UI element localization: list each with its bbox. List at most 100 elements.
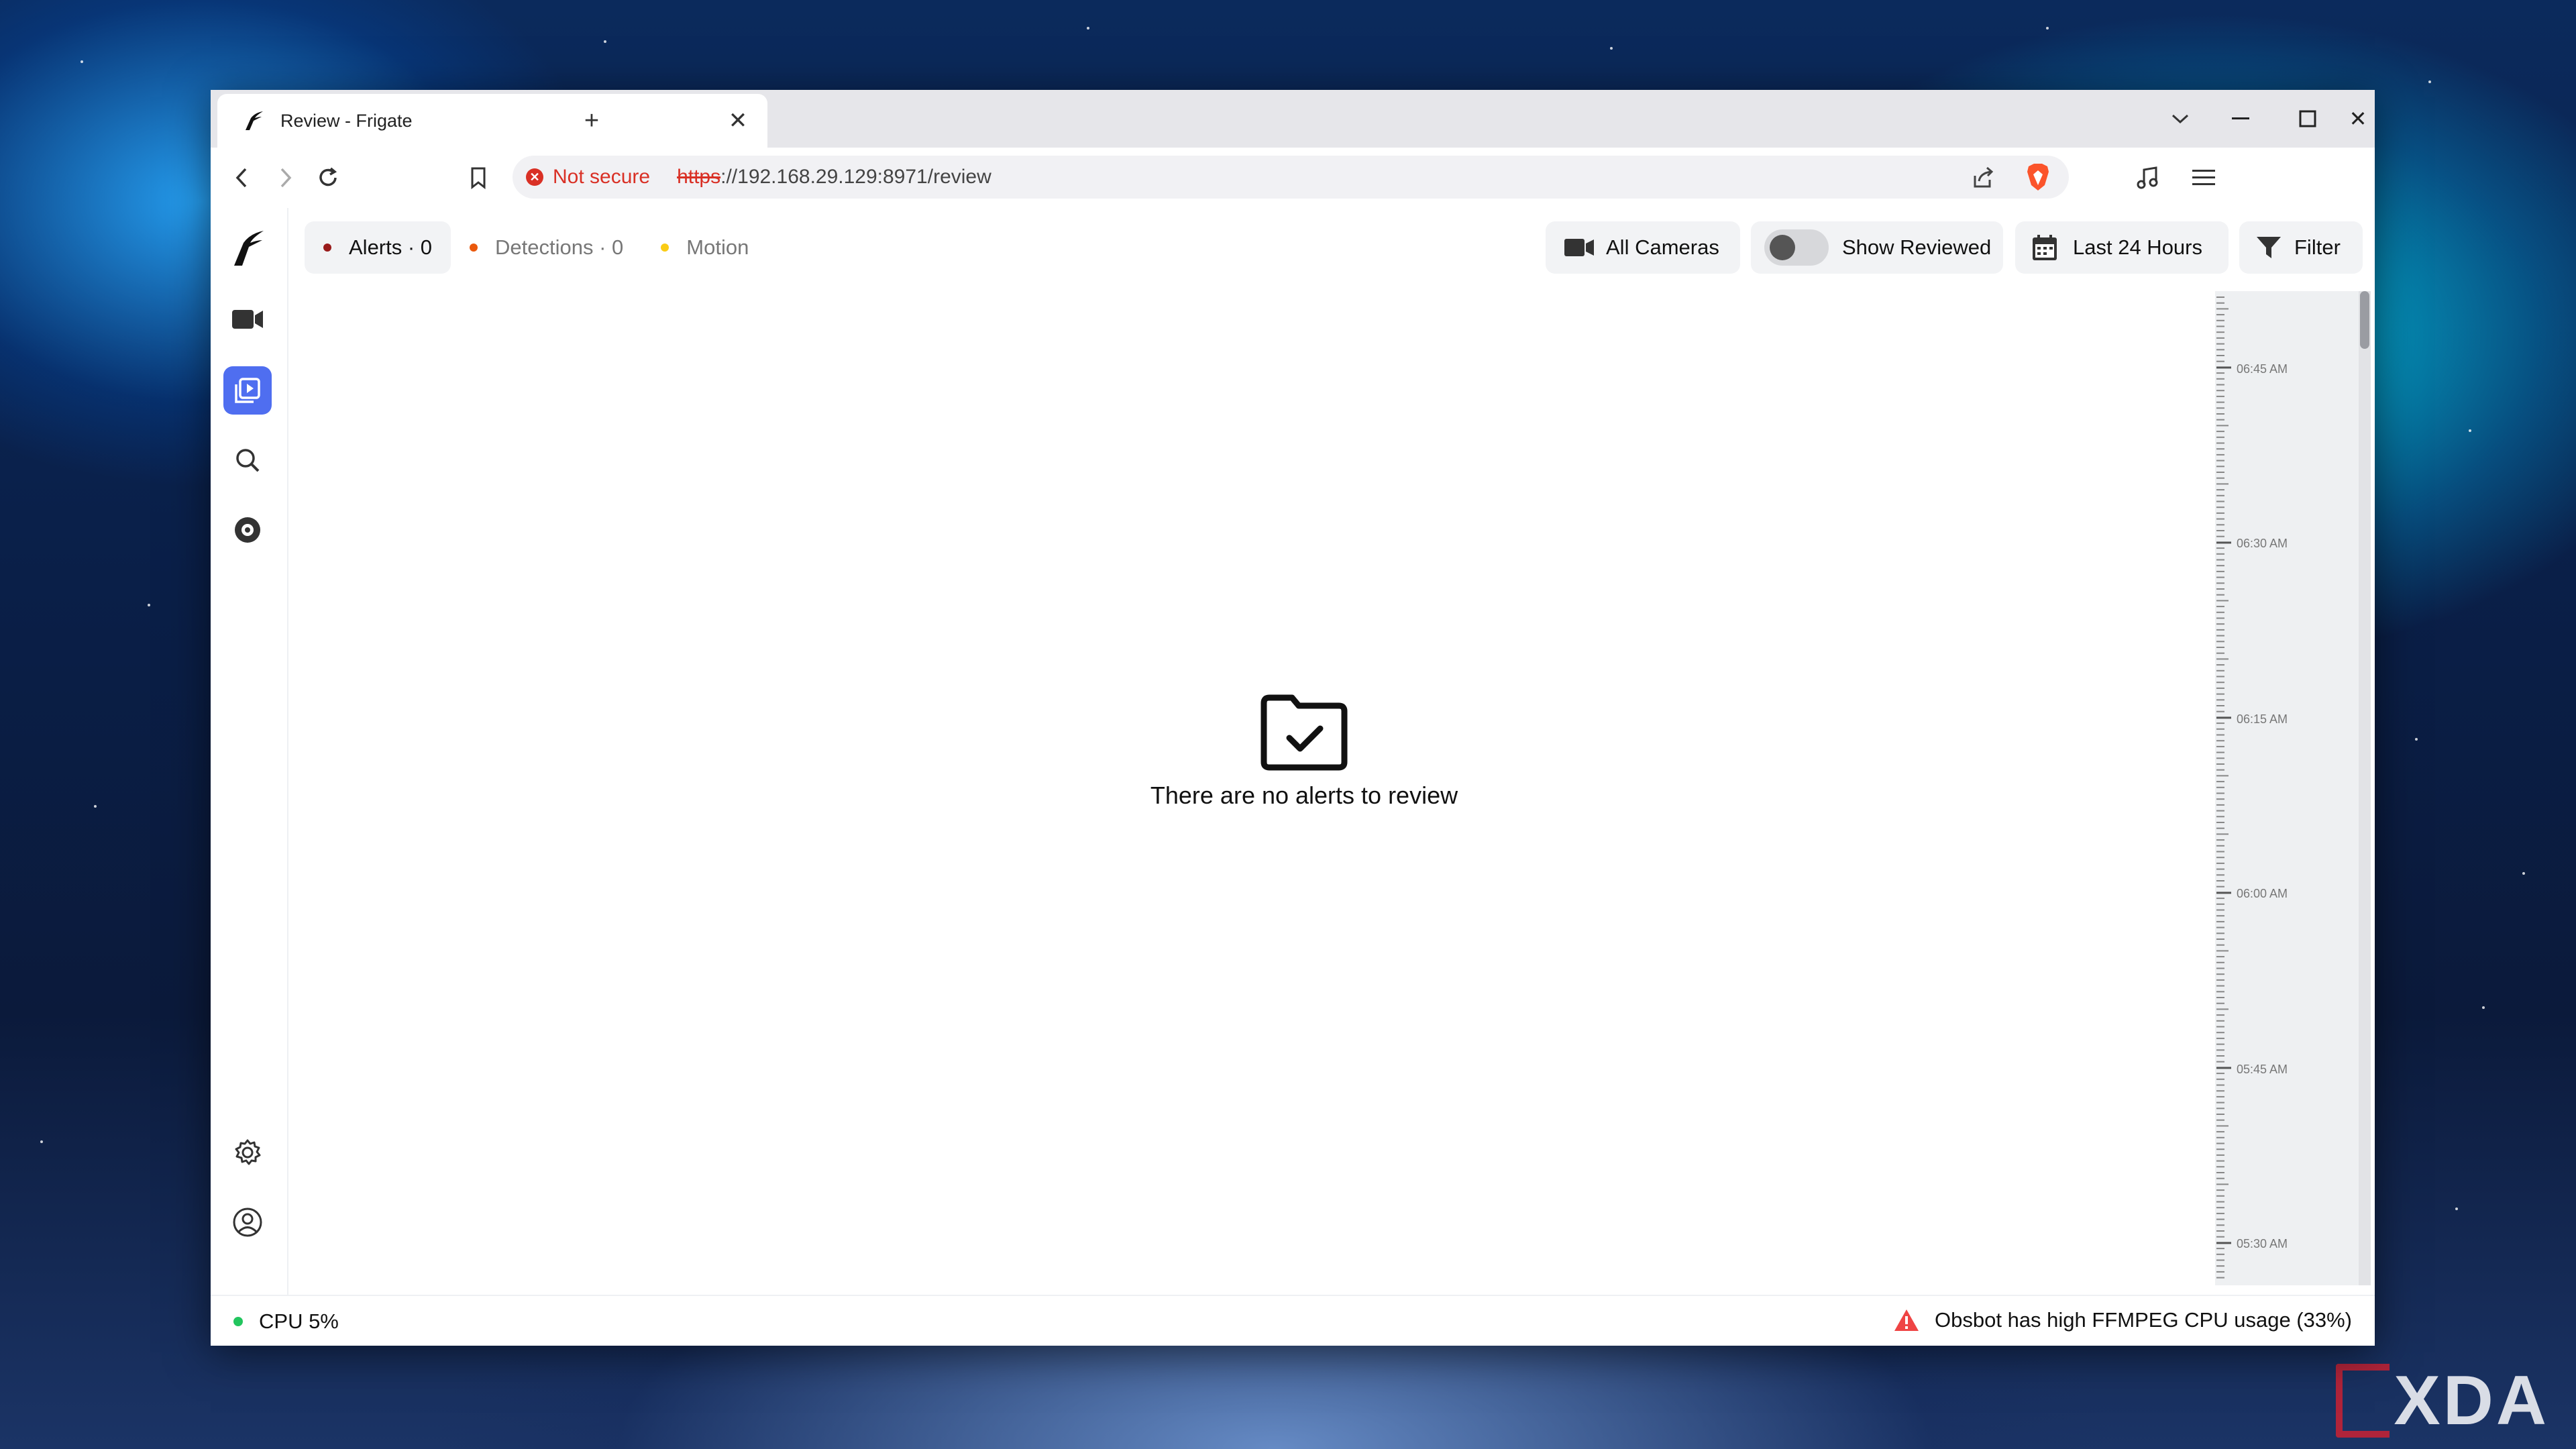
timeline-tick	[2216, 857, 2224, 859]
folder-check-icon	[1260, 694, 1348, 771]
close-window-button[interactable]: ✕	[2341, 90, 2375, 148]
review-icon	[235, 378, 260, 403]
sidebar-item-review[interactable]	[223, 366, 272, 415]
timeline-tick	[2216, 792, 2224, 794]
not-secure-label[interactable]: Not secure	[553, 166, 650, 189]
tab-search-chevron-icon[interactable]	[2147, 90, 2214, 148]
timeline-tick	[2216, 833, 2229, 835]
address-bar[interactable]: ✕ Not secure https://192.168.29.129:8971…	[513, 156, 2069, 199]
sidebar-item-exports[interactable]	[223, 506, 272, 554]
timeline-tick	[2216, 944, 2224, 946]
timeline-tick	[2216, 372, 2224, 374]
cameras-button[interactable]: All Cameras	[1546, 221, 1740, 274]
timeline-tick	[2216, 442, 2224, 444]
share-icon[interactable]	[1971, 165, 1995, 193]
timeline-tick	[2216, 343, 2224, 345]
status-bar: CPU 5% Obsbot has high FFMPEG CPU usage …	[211, 1295, 2375, 1346]
timeline-tick	[2216, 1271, 2224, 1273]
timeline-scrollbar[interactable]	[2359, 291, 2371, 1285]
timeline-tick	[2216, 1154, 2224, 1156]
forward-button[interactable]	[267, 160, 303, 196]
timeline-tick	[2216, 1148, 2224, 1150]
timeline-tick	[2216, 932, 2224, 934]
timeline-tick	[2216, 985, 2224, 987]
timeline-tick	[2216, 1253, 2224, 1255]
show-reviewed-toggle[interactable]: Show Reviewed	[1751, 221, 2003, 274]
new-tab-button[interactable]: +	[573, 102, 610, 140]
brave-shields-icon[interactable]	[2025, 162, 2051, 195]
timeline-tick	[2216, 641, 2224, 643]
timeline-tick	[2216, 652, 2224, 654]
timeline-tick	[2216, 1172, 2224, 1173]
timeline-tick	[2216, 500, 2224, 502]
timeline-tick	[2216, 629, 2224, 631]
minimize-button[interactable]	[2207, 90, 2274, 148]
reload-button[interactable]	[310, 160, 346, 196]
timeline-tick	[2216, 547, 2224, 549]
timeline-tick	[2216, 378, 2224, 380]
timeline-tick	[2216, 297, 2224, 298]
timeline-tick	[2216, 314, 2224, 316]
menu-icon[interactable]	[2186, 160, 2222, 196]
show-reviewed-label: Show Reviewed	[1842, 235, 1992, 259]
timeline-tick	[2216, 991, 2224, 993]
timeline-tick	[2216, 535, 2224, 537]
frigate-logo-icon[interactable]	[223, 224, 272, 272]
timeline-tick	[2216, 1108, 2224, 1110]
timeline-tick	[2216, 705, 2224, 706]
timeline-tick	[2216, 466, 2224, 468]
sidebar-item-explore[interactable]	[223, 436, 272, 484]
sidebar-item-account[interactable]	[223, 1198, 272, 1246]
ffmpeg-warning-text: Obsbot has high FFMPEG CPU usage (33%)	[1935, 1308, 2352, 1332]
timeline-tick	[2216, 682, 2224, 684]
timeline-scrollbar-thumb[interactable]	[2360, 291, 2369, 349]
timeline-tick	[2216, 1166, 2224, 1168]
timeline-tick	[2216, 483, 2229, 485]
filter-button[interactable]: Filter	[2239, 221, 2363, 274]
timeline-tick	[2216, 384, 2224, 386]
timeline-tick	[2216, 822, 2224, 823]
timeline-tick	[2216, 413, 2224, 415]
timeline-tick	[2216, 582, 2224, 584]
timeline-tick	[2216, 763, 2224, 765]
ffmpeg-warning[interactable]: Obsbot has high FFMPEG CPU usage (33%)	[1893, 1308, 2352, 1332]
timeline-tick	[2216, 1090, 2224, 1092]
timeline-tick	[2216, 909, 2224, 911]
maximize-button[interactable]	[2274, 90, 2341, 148]
timeline-tick	[2216, 436, 2224, 438]
alerts-filter-button[interactable]: Alerts · 0	[305, 221, 451, 274]
time-range-button[interactable]: Last 24 Hours	[2015, 221, 2229, 274]
motion-filter-button[interactable]: Motion	[642, 221, 767, 274]
timeline-tick	[2216, 658, 2229, 660]
timeline-tick	[2216, 874, 2224, 876]
timeline-tick	[2216, 745, 2224, 747]
browser-tab[interactable]: Review - Frigate ✕	[217, 94, 767, 148]
tab-close-icon[interactable]: ✕	[724, 107, 751, 134]
timeline-tick	[2216, 710, 2224, 712]
media-icon[interactable]	[2129, 160, 2165, 196]
timeline-tick	[2216, 903, 2224, 905]
timeline-tick	[2216, 1131, 2224, 1133]
timeline-tick	[2216, 1014, 2224, 1016]
timeline-tick	[2216, 518, 2224, 520]
browser-window: Review - Frigate ✕ + ✕ ✕ Not secure http…	[211, 90, 2375, 1346]
timeline-tick	[2216, 898, 2224, 900]
review-timeline[interactable]: 06:45 AM 06:30 AM 06:15 AM 06:00 AM 05:4…	[2215, 291, 2371, 1285]
cpu-status[interactable]: CPU 5%	[233, 1309, 339, 1334]
timeline-tick	[2216, 816, 2224, 818]
timeline-tick	[2216, 693, 2224, 695]
timeline-tick	[2216, 647, 2224, 648]
sidebar-item-live[interactable]	[223, 295, 272, 343]
bookmark-button[interactable]	[460, 160, 496, 196]
show-reviewed-switch[interactable]	[1764, 229, 1829, 266]
timeline-tick	[2216, 734, 2224, 736]
timeline-tick	[2216, 401, 2224, 403]
detections-filter-button[interactable]: Detections · 0	[451, 221, 642, 274]
sidebar-item-settings[interactable]	[223, 1128, 272, 1177]
cpu-usage-text: CPU 5%	[259, 1309, 339, 1333]
back-button[interactable]	[224, 160, 260, 196]
timeline-tick	[2216, 594, 2224, 596]
url-text[interactable]: https://192.168.29.129:8971/review	[677, 166, 991, 189]
search-icon	[236, 449, 260, 472]
timeline-tick	[2216, 915, 2224, 917]
